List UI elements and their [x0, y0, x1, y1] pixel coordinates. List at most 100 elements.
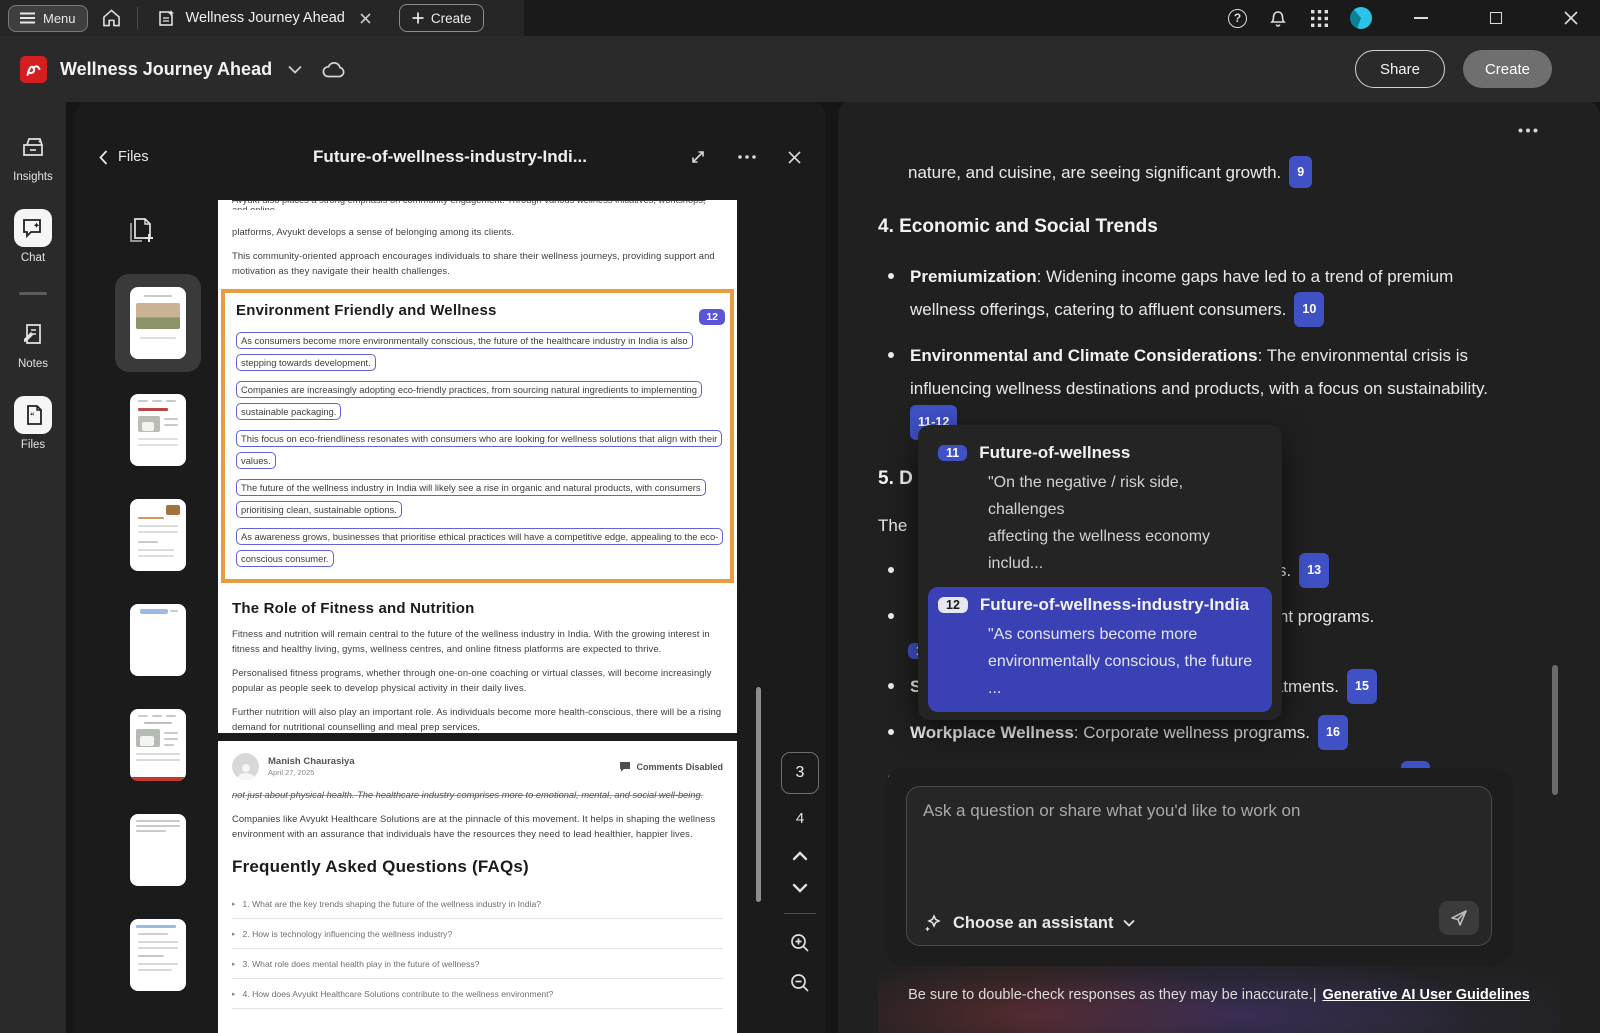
faq-list: ▸1. What are the key trends shaping the … — [232, 889, 723, 1009]
comments-disabled-flag: Comments Disabled — [619, 761, 723, 772]
tab-close-icon[interactable] — [360, 13, 371, 24]
doc-paragraph: Companies like Avyukt Healthcare Solutio… — [232, 811, 723, 841]
zoom-in-icon[interactable] — [789, 932, 811, 954]
assistant-bullet-list: Premiumization: Widening income gaps hav… — [878, 260, 1518, 442]
window-titlebar: Menu Wellness Journey Ahead Create — [0, 0, 1600, 36]
current-page-input[interactable] — [781, 752, 819, 794]
sidebar-item-files[interactable]: “ Files — [0, 396, 66, 451]
add-page-icon[interactable] — [127, 214, 215, 244]
app-launcher-icon[interactable] — [1311, 10, 1328, 27]
faq-item[interactable]: ▸1. What are the key trends shaping the … — [232, 889, 723, 919]
window-maximize-button[interactable] — [1490, 12, 1502, 24]
citation-item-12[interactable]: 12 Future-of-wellness-industry-India "As… — [928, 587, 1272, 712]
citation-badge-9[interactable]: 9 — [1289, 156, 1312, 188]
sidebar-item-chat[interactable]: Chat — [0, 209, 66, 264]
insights-label: Insights — [13, 171, 53, 183]
citation-badge-10[interactable]: 10 — [1294, 292, 1324, 327]
viewer-scrollbar[interactable] — [756, 687, 761, 902]
files-label: Files — [21, 439, 45, 451]
user-avatar[interactable] — [1350, 7, 1372, 29]
chat-input[interactable] — [923, 801, 1431, 871]
faq-heading: Frequently Asked Questions (FAQs) — [232, 857, 723, 877]
assistant-more-options-icon[interactable] — [1518, 128, 1538, 133]
assistant-chooser-dropdown[interactable]: Choose an assistant — [923, 913, 1135, 933]
doc-paragraph: Fitness and nutrition will remain centra… — [232, 626, 723, 656]
citation-badge-16[interactable]: 16 — [1318, 715, 1348, 750]
bullet-label: Premiumization — [910, 267, 1037, 286]
window-minimize-button[interactable] — [1414, 17, 1428, 19]
faq-item[interactable]: ▸4. How does Avyukt Healthcare Solutions… — [232, 979, 723, 1009]
pdf-viewer-panel: Files Future-of-wellness-industry-Indi..… — [75, 100, 825, 1033]
chat-region: Choose an assistant — [884, 768, 1514, 966]
notifications-icon[interactable] — [1269, 9, 1287, 28]
help-icon[interactable]: ? — [1228, 9, 1247, 28]
clipped-paragraph: Avyukt also places a strong emphasis on … — [232, 200, 723, 210]
citation-badge-13[interactable]: 13 — [1299, 553, 1329, 588]
total-pages-label: 4 — [796, 810, 804, 827]
faq-item[interactable]: ▸3. What role does mental health play in… — [232, 949, 723, 979]
next-page-icon[interactable] — [792, 883, 808, 893]
faq-question: 4. How does Avyukt Healthcare Solutions … — [243, 989, 554, 999]
more-options-icon[interactable] — [738, 155, 756, 159]
faq-question: 1. What are the key trends shaping the f… — [243, 899, 542, 909]
assistant-chooser-chevron-icon — [1123, 919, 1135, 927]
create-tab-button[interactable]: Create — [399, 4, 485, 32]
pdf-page-4[interactable]: Manish Chaurasiya April 27, 2025 Comment… — [218, 741, 737, 1033]
chat-label: Chat — [21, 252, 45, 264]
window-close-button[interactable] — [1564, 11, 1578, 25]
sidebar-item-notes[interactable]: Notes — [0, 315, 66, 370]
title-chevron-down-icon[interactable] — [288, 65, 302, 74]
viewer-header: Files Future-of-wellness-industry-Indi..… — [75, 134, 825, 180]
guidelines-link[interactable]: Generative AI User Guidelines — [1323, 987, 1530, 1003]
share-button[interactable]: Share — [1355, 50, 1445, 88]
clipped-paragraph: not just about physical health. The heal… — [232, 788, 723, 802]
acrobat-app: Menu Wellness Journey Ahead Create — [0, 0, 1600, 1033]
doc-citation-badge-12[interactable]: 12 — [699, 309, 725, 325]
files-icon: “ — [14, 396, 52, 434]
back-to-files-button[interactable]: Files — [99, 149, 149, 165]
create-label: Create — [1485, 61, 1530, 78]
page-thumbnail-4[interactable] — [130, 604, 186, 676]
highlighted-section[interactable]: 12 Environment Friendly and Wellness As … — [221, 289, 734, 583]
create-button[interactable]: Create — [1463, 50, 1552, 88]
document-tab[interactable]: Wellness Journey Ahead — [148, 0, 381, 36]
bullet-text: : Corporate wellness programs. — [1074, 723, 1310, 742]
left-sidebar: Insights Chat Notes “ Files — [0, 102, 66, 1033]
highlighted-sentence: The future of the wellness industry in I… — [236, 479, 706, 518]
previous-page-icon[interactable] — [792, 851, 808, 861]
document-title: Wellness Journey Ahead — [60, 59, 272, 80]
page-thumbnail-6[interactable] — [130, 814, 186, 886]
doc-paragraph: Further nutrition will also play an impo… — [232, 704, 723, 733]
assistant-paragraph: nature, and cuisine, are seeing signific… — [908, 158, 1518, 190]
menu-button[interactable]: Menu — [8, 5, 88, 32]
create-tab-label: Create — [431, 11, 472, 26]
page-thumbnail-3[interactable] — [130, 499, 186, 571]
citation-badge-15[interactable]: 15 — [1347, 669, 1377, 704]
page-thumbnail-1[interactable] — [130, 287, 186, 359]
back-label: Files — [118, 149, 149, 165]
chat-input-box[interactable]: Choose an assistant — [906, 786, 1492, 946]
zoom-out-icon[interactable] — [789, 972, 811, 994]
send-button[interactable] — [1439, 901, 1479, 935]
home-button[interactable] — [102, 9, 121, 27]
plus-icon — [412, 12, 424, 24]
doc-paragraph: Personalised fitness programs, whether t… — [232, 665, 723, 695]
page-thumbnail-7[interactable] — [130, 919, 186, 991]
author-date: April 27, 2025 — [268, 768, 355, 777]
citation-item-11[interactable]: 11 Future-of-wellness "On the negative /… — [928, 435, 1272, 587]
sidebar-item-insights[interactable]: Insights — [0, 128, 66, 183]
pdf-page-3[interactable]: Avyukt also places a strong emphasis on … — [218, 200, 737, 733]
viewer-close-icon[interactable] — [788, 151, 801, 164]
doc-paragraph: This community-oriented approach encoura… — [232, 248, 723, 278]
hamburger-icon — [20, 12, 35, 24]
assistant-scrollbar[interactable] — [1552, 665, 1558, 795]
page-thumbnail-5[interactable] — [130, 709, 186, 781]
expand-icon[interactable] — [690, 149, 706, 165]
notes-icon — [14, 315, 52, 353]
cloud-status-icon — [322, 61, 346, 78]
viewer-file-title: Future-of-wellness-industry-Indi... — [313, 147, 587, 167]
page-thumbnail-2[interactable] — [130, 394, 186, 466]
highlighted-sentence: As consumers become more environmentally… — [236, 332, 693, 371]
highlighted-sentence: As awareness grows, businesses that prio… — [236, 528, 723, 567]
faq-item[interactable]: ▸2. How is technology influencing the we… — [232, 919, 723, 949]
